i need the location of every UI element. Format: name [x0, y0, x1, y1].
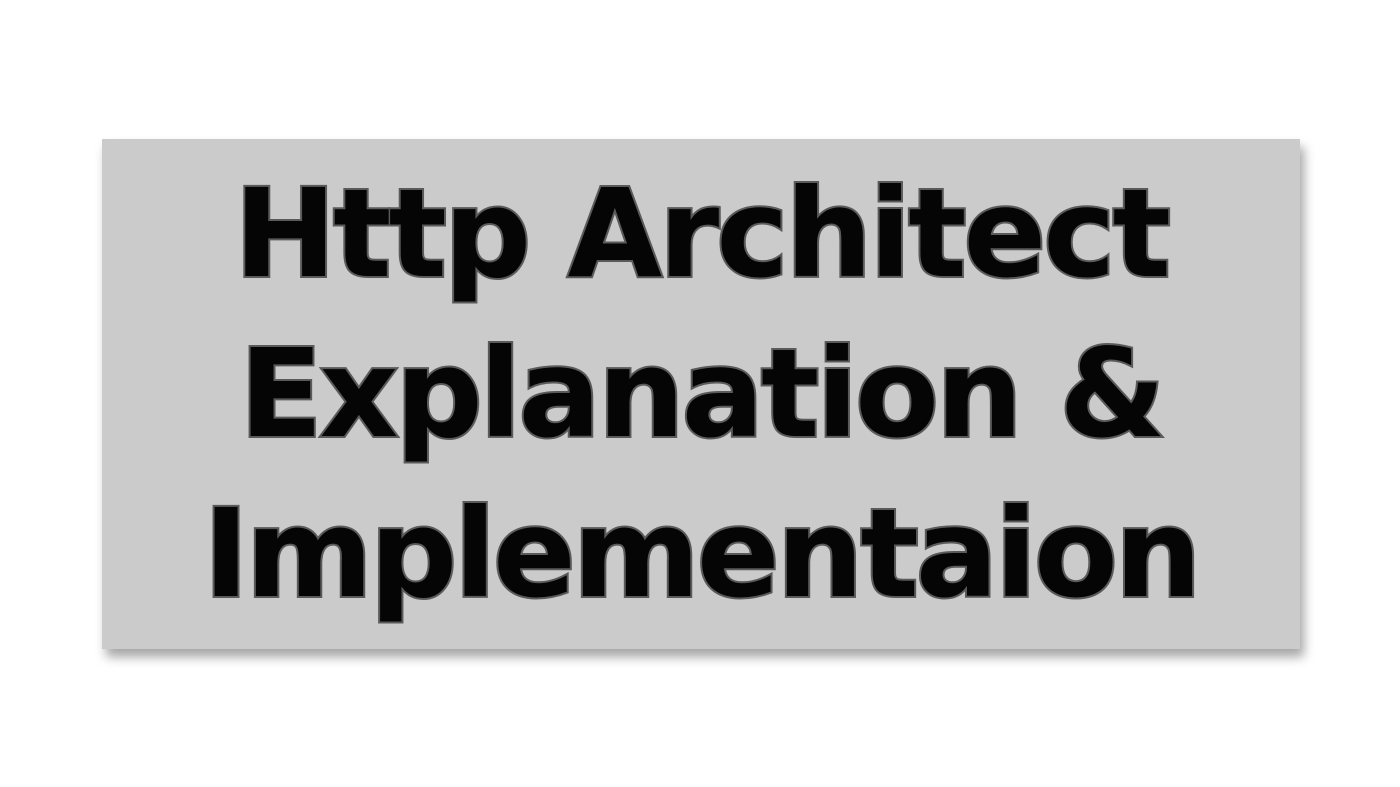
title-line-3: Implementaion: [201, 481, 1203, 627]
title-line-2: Explanation &: [237, 321, 1167, 467]
page: Http Architect Explanation & Implementai…: [0, 0, 1400, 787]
title-banner: Http Architect Explanation & Implementai…: [102, 139, 1300, 649]
title-line-1: Http Architect: [232, 161, 1173, 307]
